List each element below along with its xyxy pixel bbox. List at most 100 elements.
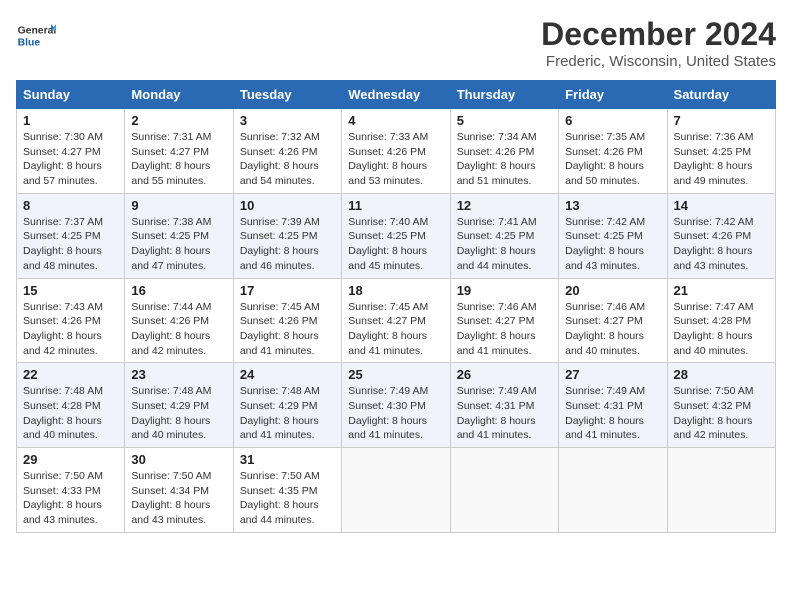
day-number: 31 [240, 452, 335, 467]
calendar-cell: 4Sunrise: 7:33 AMSunset: 4:26 PMDaylight… [342, 109, 450, 194]
cell-info: Sunrise: 7:35 AMSunset: 4:26 PMDaylight:… [565, 131, 645, 187]
day-number: 23 [131, 367, 226, 382]
calendar-cell [342, 448, 450, 533]
calendar-cell: 22Sunrise: 7:48 AMSunset: 4:28 PMDayligh… [17, 363, 125, 448]
day-number: 20 [565, 283, 660, 298]
day-number: 21 [674, 283, 769, 298]
cell-info: Sunrise: 7:49 AMSunset: 4:31 PMDaylight:… [565, 385, 645, 441]
cell-info: Sunrise: 7:50 AMSunset: 4:35 PMDaylight:… [240, 470, 320, 526]
calendar-cell: 19 Sunrise: 7:46 AMSunset: 4:27 PMDayligh… [450, 278, 558, 363]
title-area: December 2024 Frederic, Wisconsin, Unite… [541, 16, 776, 70]
cell-info: Sunrise: 7:30 AMSunset: 4:27 PMDaylight:… [23, 131, 103, 187]
col-header-wednesday: Wednesday [342, 81, 450, 109]
calendar-cell: 2 Sunrise: 7:31 AMSunset: 4:27 PMDaylight… [125, 109, 233, 194]
calendar-cell: 10 Sunrise: 7:39 AMSunset: 4:25 PMDayligh… [233, 193, 341, 278]
calendar-cell: 14Sunrise: 7:42 AMSunset: 4:26 PMDayligh… [667, 193, 775, 278]
week-row-1: 1Sunrise: 7:30 AMSunset: 4:27 PMDaylight… [17, 109, 776, 194]
cell-info: Sunrise: 7:49 AMSunset: 4:30 PMDaylight:… [348, 385, 428, 441]
day-number: 25 [348, 367, 443, 382]
month-title: December 2024 [541, 16, 776, 53]
calendar-cell: 20 Sunrise: 7:46 AMSunset: 4:27 PMDayligh… [559, 278, 667, 363]
day-number: 30 [131, 452, 226, 467]
day-number: 5 [457, 113, 552, 128]
calendar-cell: 13Sunrise: 7:42 AMSunset: 4:25 PMDayligh… [559, 193, 667, 278]
day-number: 24 [240, 367, 335, 382]
day-number: 11 [348, 198, 443, 213]
cell-info: Sunrise: 7:34 AMSunset: 4:26 PMDaylight:… [457, 131, 537, 187]
logo: General Blue [16, 16, 60, 56]
calendar-cell: 27 Sunrise: 7:49 AMSunset: 4:31 PMDayligh… [559, 363, 667, 448]
calendar-cell: 28 Sunrise: 7:50 AMSunset: 4:32 PMDayligh… [667, 363, 775, 448]
day-number: 16 [131, 283, 226, 298]
day-number: 6 [565, 113, 660, 128]
calendar-cell [667, 448, 775, 533]
col-header-tuesday: Tuesday [233, 81, 341, 109]
calendar-cell: 25 Sunrise: 7:49 AMSunset: 4:30 PMDayligh… [342, 363, 450, 448]
day-number: 3 [240, 113, 335, 128]
day-number: 14 [674, 198, 769, 213]
calendar-cell [450, 448, 558, 533]
col-header-saturday: Saturday [667, 81, 775, 109]
week-row-5: 29Sunrise: 7:50 AMSunset: 4:33 PMDayligh… [17, 448, 776, 533]
calendar-cell: 7 Sunrise: 7:36 AMSunset: 4:25 PMDaylight… [667, 109, 775, 194]
header-row: SundayMondayTuesdayWednesdayThursdayFrid… [17, 81, 776, 109]
week-row-2: 8 Sunrise: 7:37 AMSunset: 4:25 PMDaylight… [17, 193, 776, 278]
page-header: General Blue December 2024 Frederic, Wis… [16, 16, 776, 70]
cell-info: Sunrise: 7:32 AMSunset: 4:26 PMDaylight:… [240, 131, 320, 187]
cell-info: Sunrise: 7:37 AMSunset: 4:25 PMDaylight:… [23, 216, 103, 272]
day-number: 9 [131, 198, 226, 213]
day-number: 28 [674, 367, 769, 382]
cell-info: Sunrise: 7:43 AMSunset: 4:26 PMDaylight:… [23, 301, 103, 357]
calendar-cell: 16 Sunrise: 7:44 AMSunset: 4:26 PMDayligh… [125, 278, 233, 363]
cell-info: Sunrise: 7:48 AMSunset: 4:29 PMDaylight:… [131, 385, 211, 441]
day-number: 15 [23, 283, 118, 298]
cell-info: Sunrise: 7:50 AMSunset: 4:32 PMDaylight:… [674, 385, 754, 441]
calendar-cell: 17 Sunrise: 7:45 AMSunset: 4:26 PMDayligh… [233, 278, 341, 363]
calendar-cell: 6 Sunrise: 7:35 AMSunset: 4:26 PMDaylight… [559, 109, 667, 194]
cell-info: Sunrise: 7:31 AMSunset: 4:27 PMDaylight:… [131, 131, 211, 187]
calendar-cell: 24 Sunrise: 7:48 AMSunset: 4:29 PMDayligh… [233, 363, 341, 448]
day-number: 19 [457, 283, 552, 298]
day-number: 2 [131, 113, 226, 128]
calendar-cell: 21Sunrise: 7:47 AMSunset: 4:28 PMDayligh… [667, 278, 775, 363]
day-number: 29 [23, 452, 118, 467]
day-number: 10 [240, 198, 335, 213]
col-header-sunday: Sunday [17, 81, 125, 109]
day-number: 27 [565, 367, 660, 382]
calendar-cell: 15 Sunrise: 7:43 AMSunset: 4:26 PMDayligh… [17, 278, 125, 363]
day-number: 12 [457, 198, 552, 213]
col-header-monday: Monday [125, 81, 233, 109]
calendar-cell: 8 Sunrise: 7:37 AMSunset: 4:25 PMDaylight… [17, 193, 125, 278]
calendar-cell: 5 Sunrise: 7:34 AMSunset: 4:26 PMDaylight… [450, 109, 558, 194]
calendar-cell: 9Sunrise: 7:38 AMSunset: 4:25 PMDaylight… [125, 193, 233, 278]
day-number: 8 [23, 198, 118, 213]
day-number: 13 [565, 198, 660, 213]
calendar-cell [559, 448, 667, 533]
day-number: 22 [23, 367, 118, 382]
cell-info: Sunrise: 7:46 AMSunset: 4:27 PMDaylight:… [565, 301, 645, 357]
location: Frederic, Wisconsin, United States [541, 53, 776, 70]
week-row-4: 22Sunrise: 7:48 AMSunset: 4:28 PMDayligh… [17, 363, 776, 448]
cell-info: Sunrise: 7:45 AMSunset: 4:26 PMDaylight:… [240, 301, 320, 357]
calendar-cell: 23 Sunrise: 7:48 AMSunset: 4:29 PMDayligh… [125, 363, 233, 448]
day-number: 17 [240, 283, 335, 298]
calendar-cell: 31 Sunrise: 7:50 AMSunset: 4:35 PMDayligh… [233, 448, 341, 533]
svg-text:Blue: Blue [18, 38, 41, 49]
cell-info: Sunrise: 7:36 AMSunset: 4:25 PMDaylight:… [674, 131, 754, 187]
col-header-friday: Friday [559, 81, 667, 109]
cell-info: Sunrise: 7:46 AMSunset: 4:27 PMDaylight:… [457, 301, 537, 357]
day-number: 18 [348, 283, 443, 298]
cell-info: Sunrise: 7:44 AMSunset: 4:26 PMDaylight:… [131, 301, 211, 357]
calendar-cell: 30Sunrise: 7:50 AMSunset: 4:34 PMDayligh… [125, 448, 233, 533]
calendar-table: SundayMondayTuesdayWednesdayThursdayFrid… [16, 80, 776, 533]
calendar-cell: 3 Sunrise: 7:32 AMSunset: 4:26 PMDaylight… [233, 109, 341, 194]
col-header-thursday: Thursday [450, 81, 558, 109]
cell-info: Sunrise: 7:41 AMSunset: 4:25 PMDaylight:… [457, 216, 537, 272]
day-number: 7 [674, 113, 769, 128]
cell-info: Sunrise: 7:48 AMSunset: 4:29 PMDaylight:… [240, 385, 320, 441]
cell-info: Sunrise: 7:45 AMSunset: 4:27 PMDaylight:… [348, 301, 428, 357]
cell-info: Sunrise: 7:39 AMSunset: 4:25 PMDaylight:… [240, 216, 320, 272]
cell-info: Sunrise: 7:40 AMSunset: 4:25 PMDaylight:… [348, 216, 428, 272]
calendar-cell: 18 Sunrise: 7:45 AMSunset: 4:27 PMDayligh… [342, 278, 450, 363]
cell-info: Sunrise: 7:33 AMSunset: 4:26 PMDaylight:… [348, 131, 428, 187]
